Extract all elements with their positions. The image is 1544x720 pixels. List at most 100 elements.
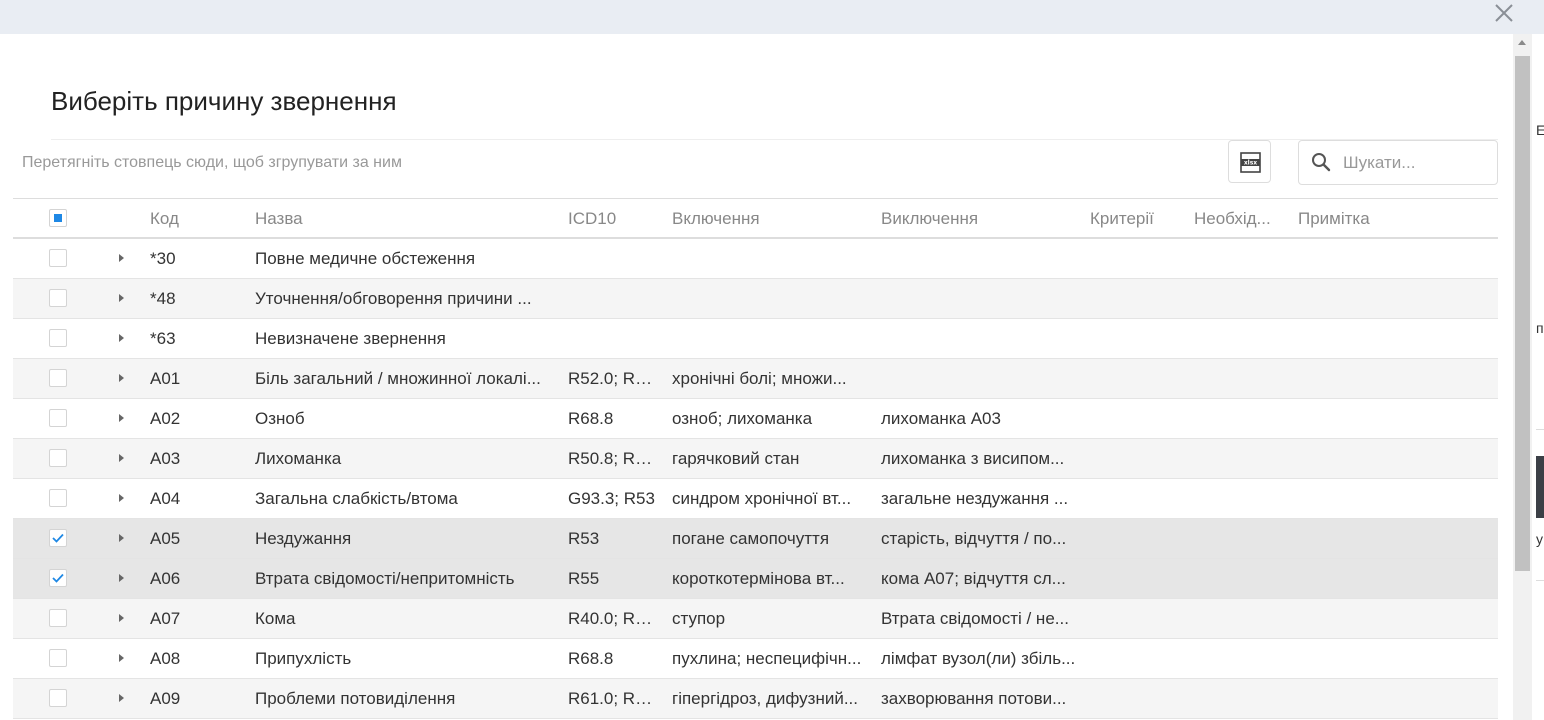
background-divider bbox=[1536, 580, 1544, 581]
cell-needed bbox=[1194, 559, 1289, 598]
cell-name: Озноб bbox=[255, 409, 305, 428]
cell-excludes: захворювання потови... bbox=[881, 689, 1067, 708]
cell-includes: погане самопочуття bbox=[672, 529, 830, 548]
cell-icd10: R53 bbox=[568, 529, 600, 548]
column-header-excludes[interactable]: Виключення bbox=[881, 199, 1076, 239]
cell-includes: гарячковий стан bbox=[672, 449, 800, 468]
column-header-note[interactable]: Примітка bbox=[1298, 199, 1478, 239]
table-row[interactable]: *30 Повне медичне обстеження bbox=[13, 239, 1498, 279]
cell-excludes bbox=[881, 279, 1076, 318]
expand-arrow-icon[interactable] bbox=[119, 534, 124, 542]
row-checkbox[interactable] bbox=[49, 489, 67, 507]
cell-includes: озноб; лихоманка bbox=[672, 409, 813, 428]
expand-arrow-icon[interactable] bbox=[119, 374, 124, 382]
cell-name: Припухлість bbox=[255, 649, 352, 668]
cell-criteria bbox=[1090, 479, 1185, 518]
table-row[interactable]: A03 Лихоманка R50.8; R5... гарячковий стан л… bbox=[13, 439, 1498, 479]
column-header-icd10[interactable]: ICD10 bbox=[568, 199, 656, 239]
dialog-scrollbar[interactable] bbox=[1513, 34, 1532, 720]
row-checkbox[interactable] bbox=[49, 609, 67, 627]
cell-note bbox=[1298, 559, 1478, 598]
table-row[interactable]: A04 Загальна слабкість/втома G93.3; R53 син… bbox=[13, 479, 1498, 519]
check-icon bbox=[52, 573, 64, 583]
column-header-needed[interactable]: Необхід... bbox=[1194, 199, 1289, 239]
expand-arrow-icon[interactable] bbox=[119, 654, 124, 662]
table-row[interactable]: A05 Нездужання R53 погане самопочуття старіс… bbox=[13, 519, 1498, 559]
row-checkbox[interactable] bbox=[49, 649, 67, 667]
cell-excludes: лихоманка A03 bbox=[881, 409, 1001, 428]
expand-arrow-icon[interactable] bbox=[119, 334, 124, 342]
table-row[interactable]: *63 Невизначене звернення bbox=[13, 319, 1498, 359]
cell-name: Біль загальний / множинної локалі... bbox=[255, 369, 541, 388]
search-field[interactable] bbox=[1298, 140, 1498, 185]
table-row[interactable]: *48 Уточнення/обговорення причини ... bbox=[13, 279, 1498, 319]
cell-icd10: R50.8; R5... bbox=[568, 449, 656, 468]
table-row[interactable]: A01 Біль загальний / множинної локалі... R… bbox=[13, 359, 1498, 399]
group-panel-hint[interactable]: Перетягніть стовпець сюди, щоб згрупуват… bbox=[22, 154, 402, 172]
row-checkbox[interactable] bbox=[49, 329, 67, 347]
column-header-criteria[interactable]: Критерії bbox=[1090, 199, 1185, 239]
close-icon[interactable] bbox=[1490, 0, 1518, 28]
row-checkbox[interactable] bbox=[49, 369, 67, 387]
cell-includes: короткотермінова вт... bbox=[672, 569, 845, 588]
cell-code: A04 bbox=[150, 489, 181, 508]
search-icon bbox=[1312, 153, 1331, 172]
reason-dialog: Виберіть причину звернення Перетягніть с… bbox=[0, 34, 1513, 720]
row-checkbox[interactable] bbox=[49, 529, 67, 547]
row-checkbox[interactable] bbox=[49, 569, 67, 587]
row-checkbox[interactable] bbox=[49, 449, 67, 467]
table-row[interactable]: A02 Озноб R68.8 озноб; лихоманка лихоманка A… bbox=[13, 399, 1498, 439]
expand-arrow-icon[interactable] bbox=[119, 614, 124, 622]
cell-includes bbox=[672, 279, 867, 318]
row-checkbox[interactable] bbox=[49, 249, 67, 267]
cell-excludes: загальне нездужання ... bbox=[881, 489, 1069, 508]
svg-text:xlsx: xlsx bbox=[1244, 160, 1257, 167]
cell-includes bbox=[672, 239, 867, 278]
row-checkbox[interactable] bbox=[49, 289, 67, 307]
expand-arrow-icon[interactable] bbox=[119, 694, 124, 702]
cell-criteria bbox=[1090, 359, 1185, 398]
cell-icd10 bbox=[568, 239, 656, 278]
cell-excludes: старість, відчуття / по... bbox=[881, 529, 1067, 548]
table-row[interactable]: A06 Втрата свідомості/непритомність R55 кор… bbox=[13, 559, 1498, 599]
expand-arrow-icon[interactable] bbox=[119, 574, 124, 582]
column-header-code[interactable]: Код bbox=[150, 199, 250, 239]
cell-name: Лихоманка bbox=[255, 449, 342, 468]
expand-arrow-icon[interactable] bbox=[119, 414, 124, 422]
cell-icd10: R68.8 bbox=[568, 649, 614, 668]
background-dark-block bbox=[1536, 456, 1544, 518]
expand-arrow-icon[interactable] bbox=[119, 454, 124, 462]
table-row[interactable]: A09 Проблеми потовиділення R61.0; R6... гіп… bbox=[13, 679, 1498, 719]
export-xlsx-button[interactable]: xlsx bbox=[1228, 140, 1271, 183]
scroll-thumb[interactable] bbox=[1515, 56, 1530, 571]
expand-arrow-icon[interactable] bbox=[119, 294, 124, 302]
expand-arrow-icon[interactable] bbox=[119, 494, 124, 502]
table-row[interactable]: A08 Припухлість R68.8 пухлина; неспецифічн.… bbox=[13, 639, 1498, 679]
cell-code: A08 bbox=[150, 649, 181, 668]
cell-code: *30 bbox=[150, 249, 176, 268]
column-header-name[interactable]: Назва bbox=[255, 199, 550, 239]
cell-name: Загальна слабкість/втома bbox=[255, 489, 458, 508]
cell-criteria bbox=[1090, 679, 1185, 718]
expand-arrow-icon[interactable] bbox=[119, 254, 124, 262]
cell-excludes bbox=[881, 359, 1076, 398]
table-row[interactable]: A07 Кома R40.0; R4... ступор Втрата свідомос… bbox=[13, 599, 1498, 639]
cell-needed bbox=[1194, 279, 1289, 318]
cell-criteria bbox=[1090, 239, 1185, 278]
cell-includes: ступор bbox=[672, 609, 726, 628]
search-input[interactable] bbox=[1341, 151, 1495, 175]
cell-criteria bbox=[1090, 559, 1185, 598]
cell-name: Невизначене звернення bbox=[255, 329, 446, 348]
column-header-includes[interactable]: Включення bbox=[672, 199, 867, 239]
scroll-up-arrow-icon[interactable] bbox=[1518, 40, 1526, 45]
row-checkbox[interactable] bbox=[49, 409, 67, 427]
cell-excludes bbox=[881, 239, 1076, 278]
cell-icd10 bbox=[568, 279, 656, 318]
select-all-checkbox[interactable] bbox=[49, 209, 67, 227]
row-checkbox[interactable] bbox=[49, 689, 67, 707]
cell-code: A09 bbox=[150, 689, 181, 708]
cell-name: Уточнення/обговорення причини ... bbox=[255, 289, 532, 308]
cell-code: A03 bbox=[150, 449, 181, 468]
cell-icd10: R61.0; R6... bbox=[568, 689, 656, 708]
cell-needed bbox=[1194, 639, 1289, 678]
